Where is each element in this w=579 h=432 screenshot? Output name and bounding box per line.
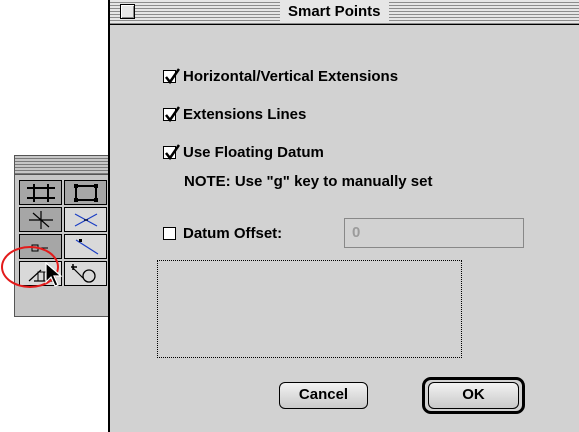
frame-snap-icon[interactable] [64, 180, 107, 205]
tangent-line-snap-icon[interactable] [64, 234, 107, 259]
extensions-lines-option[interactable]: Extensions Lines [163, 106, 306, 123]
smart-points-dialog: Smart Points Horizontal/Vertical Extensi… [108, 0, 579, 432]
horizontal-vertical-extensions-option[interactable]: Horizontal/Vertical Extensions [163, 68, 398, 85]
ok-button[interactable]: OK [428, 382, 519, 409]
floating-datum-note: NOTE: Use "g" key to manually set [184, 173, 433, 190]
arrow-cursor-icon [45, 262, 63, 287]
use-floating-datum-checkbox[interactable] [163, 144, 180, 161]
datum-offset-checkbox[interactable] [163, 227, 176, 240]
datum-offset-option[interactable]: Datum Offset: [163, 225, 282, 242]
cancel-button[interactable]: Cancel [279, 382, 368, 409]
extensions-lines-checkbox[interactable] [163, 106, 180, 123]
close-box-icon[interactable] [120, 4, 135, 19]
intersection-snap-icon[interactable] [64, 207, 107, 232]
palette-drag-bar[interactable] [15, 156, 111, 175]
grid-snap-icon[interactable] [19, 180, 62, 205]
circle-snap-icon[interactable] [64, 261, 107, 286]
extensions-lines-label: Extensions Lines [183, 106, 307, 123]
horizontal-vertical-extensions-label: Horizontal/Vertical Extensions [183, 68, 399, 85]
horizontal-vertical-extensions-checkbox[interactable] [163, 68, 180, 85]
use-floating-datum-label: Use Floating Datum [183, 144, 324, 161]
perpendicular-snap-icon[interactable] [19, 207, 62, 232]
message-area [157, 260, 462, 358]
title-bar[interactable]: Smart Points [110, 0, 579, 25]
datum-offset-field[interactable]: 0 [344, 218, 524, 248]
window-title: Smart Points [280, 2, 389, 22]
datum-offset-label: Datum Offset: [183, 225, 283, 242]
smart-points-palette [14, 155, 112, 317]
use-floating-datum-option[interactable]: Use Floating Datum [163, 144, 324, 161]
